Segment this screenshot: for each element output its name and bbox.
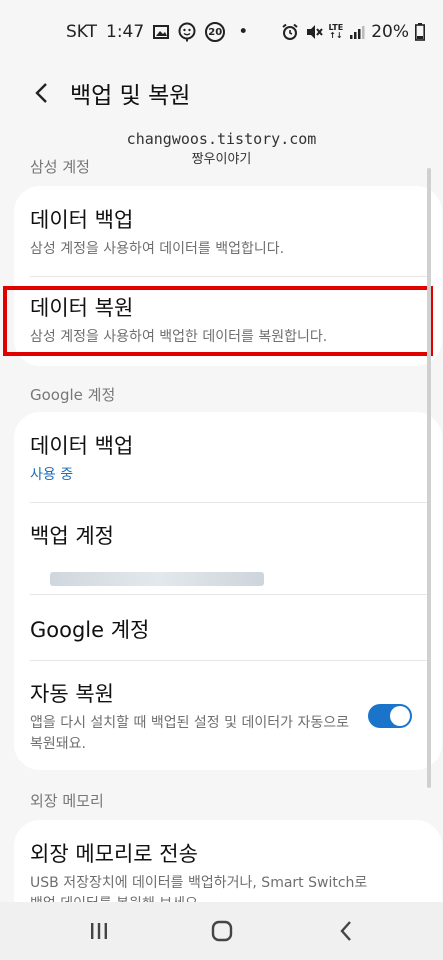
scrollbar[interactable] <box>427 168 431 788</box>
battery-icon <box>415 23 425 41</box>
google-account-item[interactable]: Google 계정 <box>30 614 426 644</box>
auto-restore-item[interactable]: 자동 복원 앱을 다시 설치할 때 백업된 설정 및 데이터가 자동으로 복원돼… <box>30 678 426 755</box>
google-account-card: 데이터 백업 사용 중 백업 계정 Google 계정 자동 복원 앱을 다시 … <box>14 412 442 770</box>
page-title: 백업 및 복원 <box>70 83 191 109</box>
status-right: LTE ↑↓ 20% <box>281 22 426 42</box>
back-icon <box>340 921 351 941</box>
mute-icon <box>305 23 323 41</box>
divider <box>30 502 428 503</box>
item-title: Google 계정 <box>30 618 150 642</box>
carrier-label: SKT <box>66 22 98 42</box>
back-button[interactable] <box>24 76 58 110</box>
badge-icon: 20 <box>205 22 226 42</box>
section-label-samsung: 삼성 계정 <box>30 158 90 176</box>
item-title: 데이터 백업 <box>30 434 134 458</box>
lte-label: LTE ↑↓ <box>329 24 344 40</box>
section-label-google: Google 계정 <box>30 386 116 404</box>
data-arrows-icon: ↑↓ <box>329 31 343 40</box>
recents-button[interactable] <box>82 916 116 946</box>
divider <box>30 594 428 595</box>
home-button[interactable] <box>205 916 239 946</box>
navigation-bar <box>0 902 443 960</box>
face-icon <box>178 22 196 42</box>
item-title: 외장 메모리로 전송 <box>30 842 198 866</box>
nav-back-button[interactable] <box>329 916 363 946</box>
backup-status: 사용 중 <box>30 467 74 483</box>
item-title: 데이터 백업 <box>30 208 134 232</box>
status-left: SKT 1:47 20 • <box>66 22 248 42</box>
app-header: 백업 및 복원 <box>0 64 443 124</box>
auto-restore-toggle[interactable] <box>368 704 412 728</box>
gallery-icon <box>153 25 170 39</box>
item-title: 백업 계정 <box>30 524 114 548</box>
recents-icon <box>91 923 107 939</box>
section-label-external: 외장 메모리 <box>30 792 104 810</box>
item-title: 자동 복원 <box>30 682 114 706</box>
alarm-icon <box>281 23 299 41</box>
backup-account-item[interactable]: 백업 계정 <box>30 520 426 600</box>
toggle-knob <box>390 706 410 726</box>
divider <box>30 276 428 277</box>
time-label: 1:47 <box>106 22 145 42</box>
highlight-box <box>3 286 433 356</box>
badge-number: 20 <box>208 26 223 38</box>
battery-percent: 20% <box>371 22 409 42</box>
signal-icon <box>349 24 365 40</box>
status-bar: SKT 1:47 20 • LTE ↑↓ 20% <box>0 0 443 64</box>
screen: SKT 1:47 20 • LTE ↑↓ 20% 백업 및 복원 changwo… <box>0 0 443 960</box>
item-subtitle: 앱을 다시 설치할 때 백업된 설정 및 데이터가 자동으로 복원돼요. <box>30 715 349 752</box>
item-subtitle: 삼성 계정을 사용하여 데이터를 백업합니다. <box>30 241 285 257</box>
samsung-data-backup-item[interactable]: 데이터 백업 삼성 계정을 사용하여 데이터를 백업합니다. <box>30 204 426 260</box>
google-data-backup-item[interactable]: 데이터 백업 사용 중 <box>30 430 426 486</box>
chevron-left-icon <box>35 83 47 103</box>
redacted-account-email <box>50 572 264 586</box>
notification-dot: • <box>238 22 249 42</box>
home-icon <box>211 920 233 942</box>
divider <box>30 660 428 661</box>
watermark-url: changwoos.tistory.com <box>126 130 317 148</box>
